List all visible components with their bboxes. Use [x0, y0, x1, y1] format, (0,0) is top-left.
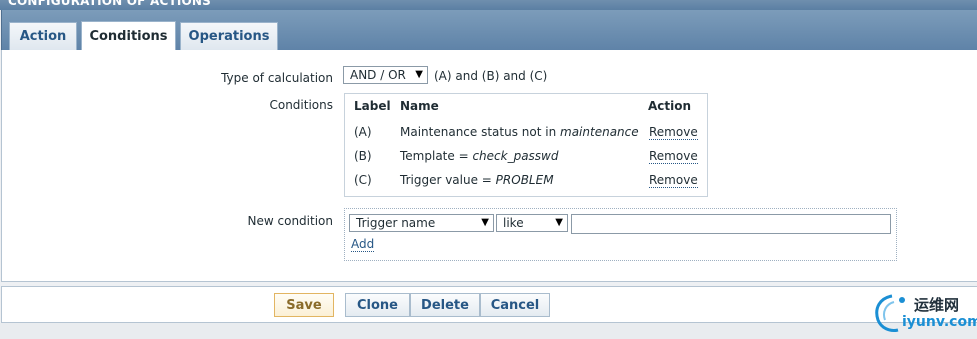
condition-name-c: Trigger value = PROBLEM	[400, 173, 554, 187]
tab-operations[interactable]: Operations	[180, 22, 278, 50]
page-title: CONFIGURATION OF ACTIONS	[8, 0, 211, 8]
condition-label-b: (B)	[354, 149, 372, 163]
dropdown-arrow-icon: ▼	[481, 217, 489, 228]
page-footer	[0, 323, 977, 339]
form-buttons-bar: Save Clone Delete Cancel	[1, 286, 977, 323]
delete-button[interactable]: Delete	[410, 293, 480, 317]
tab-action[interactable]: Action	[9, 22, 77, 50]
remove-condition-a-link[interactable]: Remove	[649, 126, 698, 140]
column-header-label: Label	[354, 99, 391, 113]
condition-operator-select[interactable]: like ▼	[496, 214, 568, 232]
calculation-type-select[interactable]: AND / OR ▼	[343, 66, 428, 84]
condition-name-b: Template = check_passwd	[400, 149, 559, 163]
watermark-cn-text: 运维网	[914, 296, 960, 314]
tab-bar: Action Conditions Operations	[1, 10, 977, 51]
dropdown-arrow-icon: ▼	[555, 217, 563, 228]
column-header-name: Name	[400, 99, 439, 113]
condition-name-a: Maintenance status not in maintenance	[400, 125, 639, 139]
cancel-button[interactable]: Cancel	[480, 293, 550, 317]
calculation-type-label: Type of calculation	[221, 71, 333, 85]
conditions-table: Label Name Action (A) Maintenance status…	[344, 93, 708, 197]
remove-condition-b-link[interactable]: Remove	[649, 150, 698, 164]
watermark-en-text: iyunv.com	[902, 314, 977, 330]
dropdown-arrow-icon: ▼	[415, 69, 423, 80]
calculation-type-value: AND / OR	[350, 68, 406, 82]
tab-conditions[interactable]: Conditions	[81, 21, 176, 51]
conditions-form: Type of calculation AND / OR ▼ (A) and (…	[1, 50, 977, 282]
condition-value-input[interactable]	[571, 214, 891, 234]
watermark: 运维网 iyunv.com	[872, 290, 977, 338]
condition-type-value: Trigger name	[356, 216, 436, 230]
condition-type-select[interactable]: Trigger name ▼	[349, 214, 494, 232]
condition-operator-value: like	[503, 216, 524, 230]
column-header-action: Action	[648, 99, 692, 113]
new-condition-label: New condition	[247, 214, 333, 228]
remove-condition-c-link[interactable]: Remove	[649, 174, 698, 188]
add-condition-link[interactable]: Add	[351, 238, 375, 252]
new-condition-box: Trigger name ▼ like ▼ Add	[344, 208, 897, 261]
clone-button[interactable]: Clone	[345, 293, 410, 317]
calculation-expression: (A) and (B) and (C)	[434, 69, 548, 83]
condition-label-c: (C)	[354, 173, 372, 187]
condition-label-a: (A)	[354, 125, 372, 139]
page-header: CONFIGURATION OF ACTIONS	[0, 0, 977, 10]
save-button[interactable]: Save	[274, 293, 334, 317]
conditions-label: Conditions	[269, 98, 333, 112]
